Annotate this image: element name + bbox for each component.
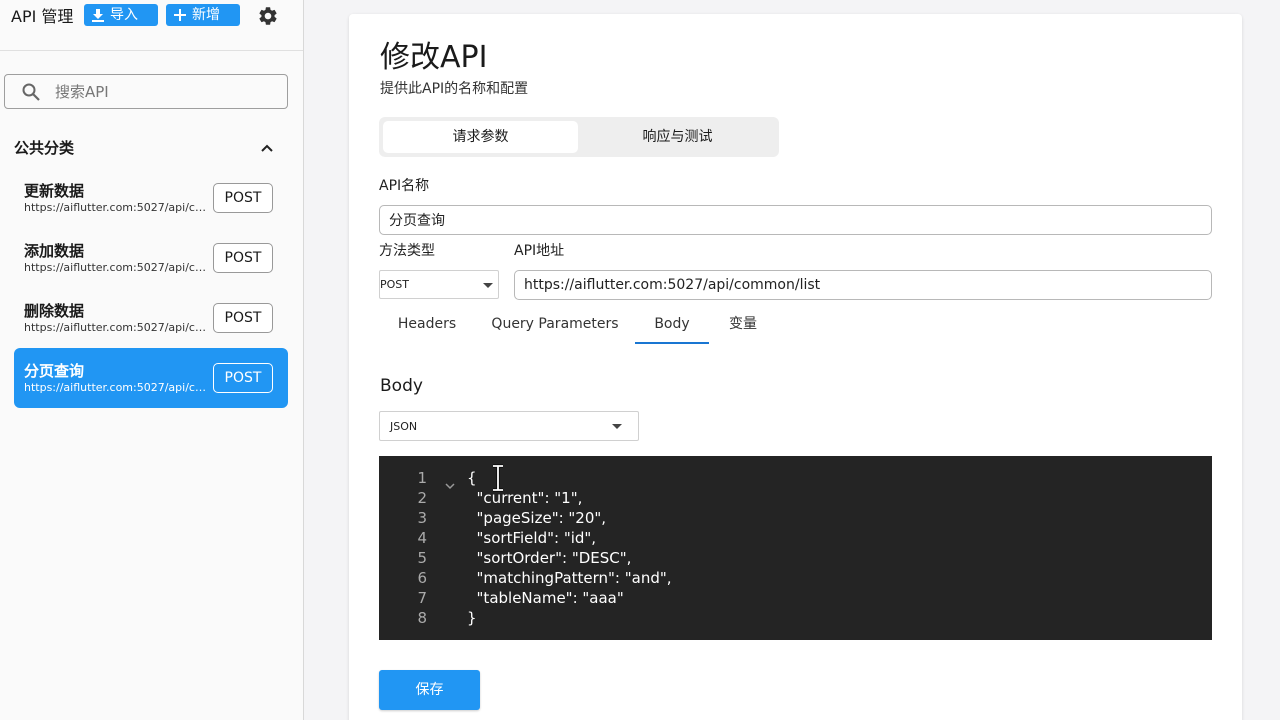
api-list-item[interactable]: 添加数据 https://aiflutter.com:5027/api/co..… (14, 228, 288, 288)
gear-icon[interactable] (257, 5, 279, 27)
tab-query-parameters[interactable]: Query Parameters (475, 304, 635, 344)
plus-icon (174, 9, 186, 21)
sidebar-header: API 管理 导入 新增 (0, 0, 303, 51)
sidebar: API 管理 导入 新增 公共分类 更新数据 https://ai (0, 0, 304, 720)
chevron-up-icon[interactable] (260, 140, 274, 159)
new-label: 新增 (192, 7, 220, 23)
method-select-value: POST (380, 278, 409, 291)
code-editor[interactable]: 1 2 3 4 5 6 7 8 { "current": "1", "pageS… (379, 456, 1212, 640)
line-number: 3 (417, 509, 427, 527)
api-item-name: 分页查询 (24, 362, 85, 380)
import-button[interactable]: 导入 (84, 4, 158, 26)
api-url-field[interactable]: https://aiflutter.com:5027/api/common/li… (514, 270, 1212, 300)
api-item-name: 更新数据 (24, 182, 85, 200)
method-badge[interactable]: POST (213, 363, 273, 393)
api-item-url: https://aiflutter.com:5027/api/co... (24, 381, 210, 394)
api-list-item-active[interactable]: 分页查询 https://aiflutter.com:5027/api/co..… (14, 348, 288, 408)
download-icon (92, 8, 104, 22)
save-button[interactable]: 保存 (379, 670, 480, 710)
code-line: "sortField": "id", (467, 529, 597, 547)
code-line: "matchingPattern": "and", (467, 569, 672, 587)
tab-request-params[interactable]: 请求参数 (383, 121, 578, 153)
api-item-url: https://aiflutter.com:5027/api/co... (24, 201, 210, 214)
code-line: { (467, 469, 477, 487)
caret-down-icon (483, 283, 493, 288)
method-select[interactable]: POST (379, 270, 499, 299)
method-badge[interactable]: POST (213, 243, 273, 273)
search-icon (22, 83, 40, 105)
request-tabs: Headers Query Parameters Body 变量 (379, 304, 1212, 344)
text-cursor-icon (492, 464, 504, 492)
code-line: "sortOrder": "DESC", (467, 549, 632, 567)
line-number: 5 (417, 549, 427, 567)
import-label: 导入 (110, 7, 138, 23)
api-list-item[interactable]: 删除数据 https://aiflutter.com:5027/api/co..… (14, 288, 288, 348)
tab-headers[interactable]: Headers (379, 304, 475, 344)
body-type-value: JSON (390, 419, 418, 433)
method-label: 方法类型 (379, 243, 435, 259)
line-number: 8 (417, 609, 427, 627)
line-number: 7 (417, 589, 427, 607)
search-input[interactable] (55, 81, 275, 103)
new-button[interactable]: 新增 (166, 4, 240, 26)
caret-down-icon (612, 424, 622, 429)
page-subtitle: 提供此API的名称和配置 (380, 81, 529, 97)
tab-body[interactable]: Body (635, 304, 709, 344)
line-number: 6 (417, 569, 427, 587)
api-list-item[interactable]: 更新数据 https://aiflutter.com:5027/api/co..… (14, 168, 288, 228)
code-line: } (467, 609, 477, 627)
code-line: "pageSize": "20", (467, 509, 607, 527)
tab-response-test[interactable]: 响应与测试 (580, 121, 775, 153)
api-name-label: API名称 (379, 178, 430, 194)
api-item-url: https://aiflutter.com:5027/api/co... (24, 261, 210, 274)
api-item-name: 删除数据 (24, 302, 85, 320)
api-url-label: API地址 (514, 243, 565, 259)
method-badge[interactable]: POST (213, 303, 273, 333)
code-line: "current": "1", (467, 489, 583, 507)
segmented-tabs: 请求参数 响应与测试 (379, 117, 779, 157)
category-header[interactable]: 公共分类 (14, 138, 278, 158)
app-title: API 管理 (11, 7, 74, 26)
fold-chevron-icon[interactable] (445, 476, 455, 494)
search-box[interactable] (4, 74, 288, 109)
page-title: 修改API (380, 40, 488, 75)
tab-variables[interactable]: 变量 (709, 304, 777, 344)
line-number: 4 (417, 529, 427, 547)
code-line: "tableName": "aaa" (467, 589, 624, 607)
line-number: 2 (417, 489, 427, 507)
api-item-url: https://aiflutter.com:5027/api/co... (24, 321, 210, 334)
method-badge[interactable]: POST (213, 183, 273, 213)
line-number: 1 (417, 469, 427, 487)
edit-api-card: 修改API 提供此API的名称和配置 请求参数 响应与测试 API名称 分页查询… (349, 14, 1242, 720)
body-section-title: Body (380, 376, 423, 396)
api-name-field[interactable]: 分页查询 (379, 205, 1212, 235)
category-label: 公共分类 (14, 139, 75, 157)
body-type-select[interactable]: JSON (379, 411, 639, 441)
api-item-name: 添加数据 (24, 242, 85, 260)
